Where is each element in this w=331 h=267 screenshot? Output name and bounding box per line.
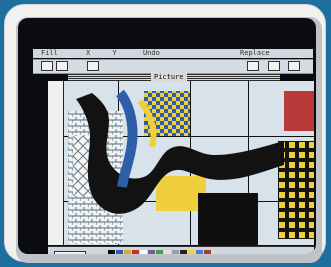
palette-swatch[interactable] xyxy=(180,250,187,254)
palette-swatch[interactable] xyxy=(172,250,179,254)
canvas-art xyxy=(48,81,314,245)
eraser-icon[interactable] xyxy=(247,61,259,71)
left-ruler xyxy=(48,81,64,245)
palette-swatch[interactable] xyxy=(212,250,219,254)
screen: Fill X Y Undo Replace Picture xyxy=(18,18,316,254)
palette-swatch[interactable] xyxy=(140,250,147,254)
palette-swatch[interactable] xyxy=(164,250,171,254)
brush-icon[interactable] xyxy=(56,61,68,71)
scissors-icon[interactable] xyxy=(268,61,280,71)
palette-swatch[interactable] xyxy=(188,250,195,254)
palette-swatch[interactable] xyxy=(108,250,115,254)
palette-swatch[interactable] xyxy=(116,250,123,254)
drawing-canvas[interactable] xyxy=(48,81,314,245)
hand-icon[interactable] xyxy=(288,61,300,71)
palette-swatch[interactable] xyxy=(124,250,131,254)
color-palette-bar xyxy=(48,246,314,254)
palette-swatch[interactable] xyxy=(132,250,139,254)
menu-bar: Fill X Y Undo Replace xyxy=(33,49,313,58)
tool-bar xyxy=(33,59,313,74)
menu-item-x[interactable]: X xyxy=(86,49,90,58)
palette-left-icons xyxy=(54,251,86,254)
menu-item-y[interactable]: Y xyxy=(113,49,117,58)
pencil-icon[interactable] xyxy=(87,61,99,71)
palette-swatch[interactable] xyxy=(196,250,203,254)
document-title-bar[interactable]: Picture xyxy=(68,73,280,82)
paint-bucket-icon[interactable] xyxy=(41,61,53,71)
menu-item-fill[interactable]: Fill xyxy=(41,49,58,58)
menu-item-replace[interactable]: Replace xyxy=(240,49,270,58)
menu-item-undo[interactable]: Undo xyxy=(143,49,160,58)
palette-swatch[interactable] xyxy=(148,250,155,254)
palette-swatch[interactable] xyxy=(156,250,163,254)
palette-swatch[interactable] xyxy=(204,250,211,254)
